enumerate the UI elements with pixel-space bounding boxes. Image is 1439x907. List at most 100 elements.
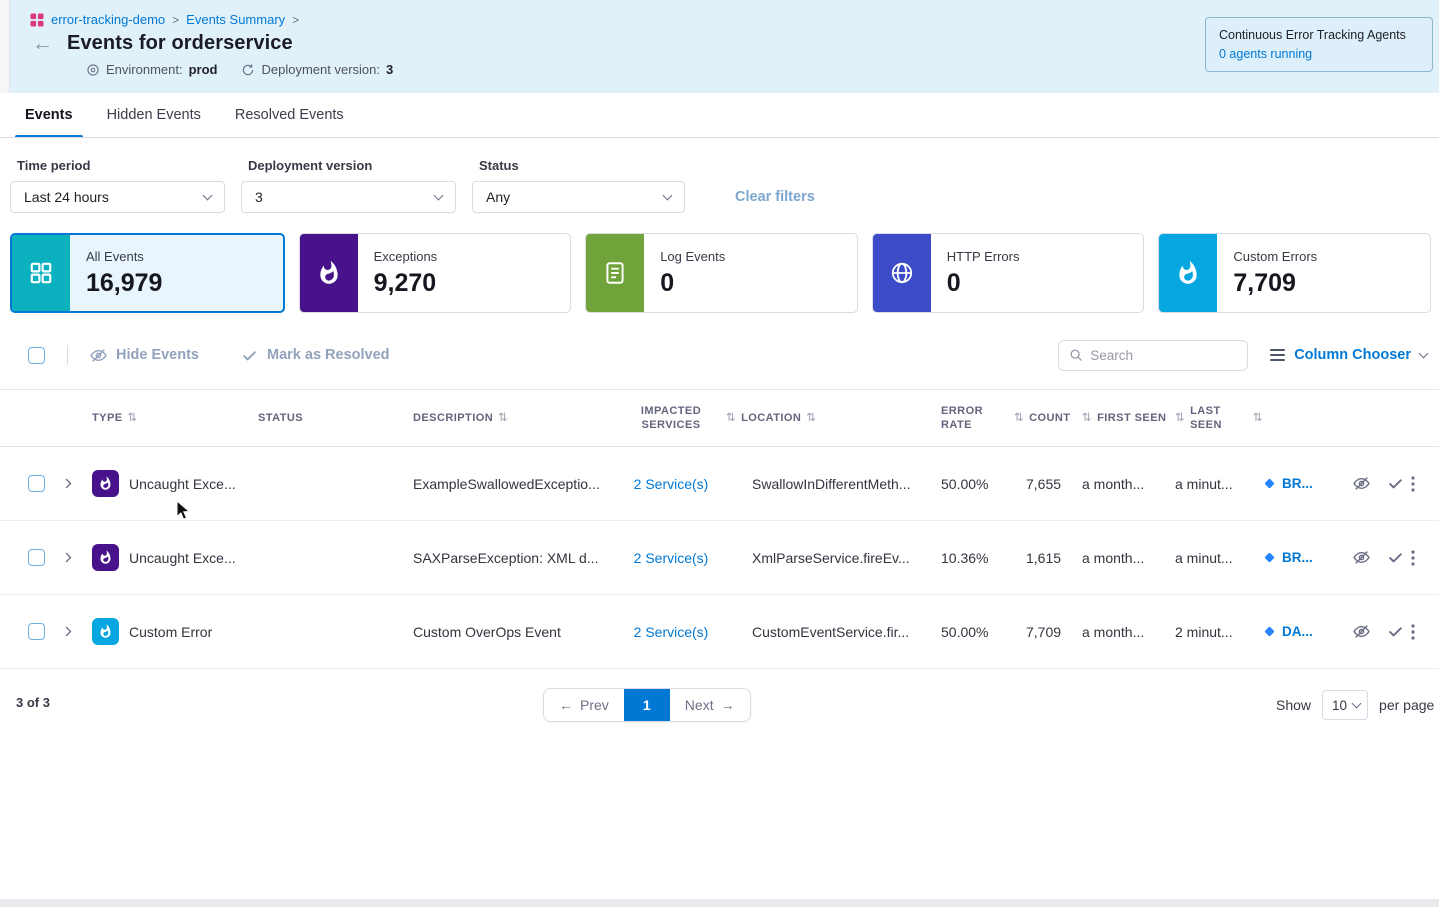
resolve-event-icon[interactable] xyxy=(1387,549,1404,566)
search-icon xyxy=(1069,348,1083,362)
hamburger-icon xyxy=(1270,349,1285,362)
ticket-id: DA... xyxy=(1282,624,1313,639)
search-input[interactable] xyxy=(1090,348,1237,363)
current-page-button[interactable]: 1 xyxy=(624,689,670,721)
window-edge-left xyxy=(0,0,10,93)
window-edge-bottom xyxy=(0,899,1439,907)
sort-icon[interactable]: ⇅ xyxy=(128,411,138,426)
row-menu-icon[interactable] xyxy=(1411,550,1415,566)
next-page-button[interactable]: Next → xyxy=(670,689,750,721)
ticket-link[interactable]: BR... xyxy=(1263,550,1313,565)
column-header-location[interactable]: ⇅ LOCATION ⇅ xyxy=(726,411,941,426)
globe-icon xyxy=(889,260,915,286)
agents-running-link[interactable]: 0 agents running xyxy=(1219,47,1419,61)
card-label: Custom Errors xyxy=(1233,249,1317,264)
card-custom-errors[interactable]: Custom Errors 7,709 xyxy=(1158,233,1431,313)
impacted-services-link[interactable]: 2 Service(s) xyxy=(634,550,709,566)
row-checkbox[interactable] xyxy=(28,475,45,492)
sort-icon[interactable]: ⇅ xyxy=(498,411,508,426)
tab-events[interactable]: Events xyxy=(15,93,83,137)
mark-resolved-button[interactable]: Mark as Resolved xyxy=(241,347,390,364)
next-label: Next xyxy=(685,697,714,713)
jira-issue-icon xyxy=(1263,477,1276,490)
column-header-description[interactable]: DESCRIPTION ⇅ xyxy=(413,411,616,426)
row-checkbox[interactable] xyxy=(28,549,45,566)
deployment-meta: Deployment version: 3 xyxy=(241,62,393,77)
error-rate-value: 10.36% xyxy=(941,550,988,566)
column-label: TYPE xyxy=(92,411,123,425)
column-header-last-seen[interactable]: ⇅ LAST SEEN ⇅ xyxy=(1175,404,1263,433)
stat-cards: All Events 16,979 Exceptions 9,270 Log E… xyxy=(0,233,1439,313)
search-box xyxy=(1058,340,1248,371)
first-seen-value: a month... xyxy=(1082,550,1144,566)
breadcrumb-project[interactable]: error-tracking-demo xyxy=(51,12,165,27)
hide-event-icon[interactable] xyxy=(1353,623,1370,640)
jira-issue-icon xyxy=(1263,551,1276,564)
eye-off-icon xyxy=(90,347,107,364)
resolve-event-icon[interactable] xyxy=(1387,475,1404,492)
card-all-events[interactable]: All Events 16,979 xyxy=(10,233,285,313)
card-exceptions[interactable]: Exceptions 9,270 xyxy=(299,233,572,313)
column-chooser-button[interactable]: Column Chooser xyxy=(1270,347,1427,363)
event-description: SAXParseException: XML d... xyxy=(413,550,598,566)
hide-event-icon[interactable] xyxy=(1353,475,1370,492)
hide-event-icon[interactable] xyxy=(1353,549,1370,566)
row-menu-icon[interactable] xyxy=(1411,624,1415,640)
sort-icon[interactable]: ⇅ xyxy=(1014,411,1024,426)
hide-events-button[interactable]: Hide Events xyxy=(90,347,199,364)
chevron-down-icon xyxy=(1419,349,1429,359)
breadcrumb-events-summary[interactable]: Events Summary xyxy=(186,12,285,27)
check-icon xyxy=(241,347,258,364)
tab-resolved-events[interactable]: Resolved Events xyxy=(225,93,354,137)
card-http-errors[interactable]: HTTP Errors 0 xyxy=(872,233,1145,313)
card-value: 7,709 xyxy=(1233,269,1317,298)
environment-meta: Environment: prod xyxy=(86,62,217,77)
time-period-select[interactable]: Last 24 hours xyxy=(10,181,225,213)
page-size-select[interactable]: 10 xyxy=(1322,690,1368,720)
impacted-services-link[interactable]: 2 Service(s) xyxy=(634,476,709,492)
clear-filters-button[interactable]: Clear filters xyxy=(735,189,815,205)
deployment-version-value: 3 xyxy=(255,189,263,205)
page-title: Events for orderservice xyxy=(67,32,293,55)
sort-icon[interactable]: ⇅ xyxy=(726,411,736,426)
page-size-control: Show 10 per page xyxy=(1276,690,1434,720)
ticket-link[interactable]: DA... xyxy=(1263,624,1313,639)
column-header-first-seen[interactable]: ⇅ FIRST SEEN xyxy=(1082,411,1175,426)
breadcrumb-separator: > xyxy=(292,13,299,27)
grid-icon xyxy=(28,260,54,286)
tab-hidden-events[interactable]: Hidden Events xyxy=(97,93,211,137)
table-header-row: TYPE ⇅ STATUS DESCRIPTION ⇅ IMPACTED SER… xyxy=(0,390,1439,447)
count-value: 7,709 xyxy=(1026,624,1061,640)
event-location: SwallowInDifferentMeth... xyxy=(752,476,910,492)
per-page-label: per page xyxy=(1379,697,1434,713)
tab-bar: Events Hidden Events Resolved Events xyxy=(0,93,1439,138)
impacted-services-link[interactable]: 2 Service(s) xyxy=(634,624,709,640)
event-type-icon xyxy=(92,470,119,497)
sort-icon[interactable]: ⇅ xyxy=(806,411,816,426)
row-checkbox[interactable] xyxy=(28,623,45,640)
status-select[interactable]: Any xyxy=(472,181,685,213)
row-menu-icon[interactable] xyxy=(1411,476,1415,492)
prev-page-button[interactable]: ← Prev xyxy=(544,689,624,721)
row-expand-chevron-icon[interactable] xyxy=(62,551,75,564)
ticket-link[interactable]: BR... xyxy=(1263,476,1313,491)
card-log-events[interactable]: Log Events 0 xyxy=(585,233,858,313)
arrow-right-icon: → xyxy=(721,697,735,713)
row-expand-chevron-icon[interactable] xyxy=(62,477,75,490)
sort-icon[interactable]: ⇅ xyxy=(1253,411,1263,426)
chevron-down-icon xyxy=(1352,699,1362,709)
first-seen-value: a month... xyxy=(1082,624,1144,640)
row-expand-chevron-icon[interactable] xyxy=(62,625,75,638)
back-arrow-icon[interactable]: ← xyxy=(32,33,53,54)
column-header-count[interactable]: ⇅ COUNT xyxy=(1014,411,1082,426)
select-all-checkbox[interactable] xyxy=(28,347,45,364)
status-value: Any xyxy=(486,189,510,205)
first-seen-value: a month... xyxy=(1082,476,1144,492)
resolve-event-icon[interactable] xyxy=(1387,623,1404,640)
sort-icon[interactable]: ⇅ xyxy=(1175,411,1185,426)
sort-icon[interactable]: ⇅ xyxy=(1082,411,1092,426)
column-header-type[interactable]: TYPE ⇅ xyxy=(92,411,258,426)
deployment-version-select[interactable]: 3 xyxy=(241,181,456,213)
time-period-label: Time period xyxy=(17,158,225,173)
event-location: XmlParseService.fireEv... xyxy=(752,550,910,566)
